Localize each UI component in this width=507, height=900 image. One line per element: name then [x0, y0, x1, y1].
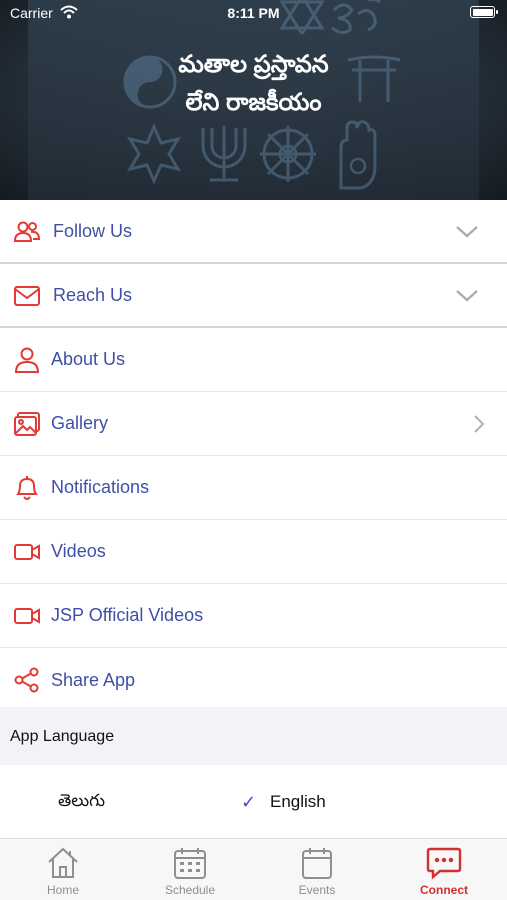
share-icon — [14, 667, 39, 693]
menu-item-about-us[interactable]: About Us — [0, 328, 507, 392]
status-bar: Carrier 8:11 PM — [0, 0, 507, 26]
chat-icon — [426, 847, 462, 880]
header-banner: Carrier 8:11 PM మతాల ప్రస్తావన లేని రాజక… — [0, 0, 507, 200]
menorah-icon — [201, 126, 247, 182]
menu-item-label: Gallery — [51, 413, 109, 433]
chevron-down-icon[interactable] — [455, 220, 479, 244]
clock-label: 8:11 PM — [227, 5, 280, 21]
menu-item-reach-us[interactable]: Reach Us — [0, 264, 507, 328]
language-option-english[interactable]: English — [270, 792, 326, 812]
menu-item-label: Videos — [51, 541, 106, 561]
banner-title-line2: లేని రాజకీయం — [185, 89, 322, 116]
chevron-down-icon[interactable] — [455, 284, 479, 308]
menu-item-notifications[interactable]: Notifications — [0, 456, 507, 520]
banner-title: మతాల ప్రస్తావన లేని రాజకీయం — [0, 46, 507, 122]
tab-label: Connect — [420, 883, 468, 897]
menu-item-follow-us[interactable]: Follow Us — [0, 200, 507, 264]
battery-icon — [470, 6, 498, 18]
gallery-icon — [14, 412, 40, 436]
tab-schedule[interactable]: Schedule — [127, 839, 253, 900]
star-icon — [126, 123, 182, 185]
tab-bar: Home Schedule Events Connect — [0, 838, 507, 900]
settings-menu: Follow Us Reach Us About Us Gallery Noti… — [0, 200, 507, 712]
menu-item-videos[interactable]: Videos — [0, 520, 507, 584]
app-language-label: App Language — [10, 728, 115, 745]
tab-connect[interactable]: Connect — [381, 839, 507, 900]
tab-home[interactable]: Home — [0, 839, 126, 900]
menu-item-label: Follow Us — [53, 220, 133, 241]
banner-title-line1: మతాల ప్రస్తావన — [178, 51, 329, 78]
menu-item-label: Reach Us — [53, 284, 133, 305]
menu-item-label: JSP Official Videos — [51, 605, 204, 625]
menu-item-label: About Us — [51, 349, 126, 369]
chevron-right-icon[interactable] — [467, 412, 491, 436]
video-icon — [14, 608, 40, 624]
language-option-telugu[interactable]: తెలుగు — [58, 791, 105, 815]
home-icon — [48, 847, 78, 878]
tab-label: Events — [298, 883, 336, 897]
tab-label: Home — [46, 883, 79, 897]
events-icon — [302, 848, 332, 879]
tab-events[interactable]: Events — [254, 839, 380, 900]
mail-icon — [14, 286, 40, 306]
person-icon — [14, 347, 40, 373]
menu-item-share-app[interactable]: Share App — [0, 648, 507, 712]
menu-item-jsp-official-videos[interactable]: JSP Official Videos — [0, 584, 507, 648]
dharma-wheel-icon — [260, 126, 316, 182]
hand-icon — [339, 120, 377, 190]
menu-item-label: Share App — [51, 669, 136, 690]
language-selector: తెలుగు ✓ English — [0, 765, 507, 838]
calendar-icon — [174, 848, 206, 879]
menu-item-label: Notifications — [51, 477, 150, 497]
video-icon — [14, 544, 40, 560]
people-icon — [13, 221, 41, 242]
tab-label: Schedule — [164, 883, 216, 897]
app-language-header: App Language — [0, 707, 507, 765]
checkmark-icon: ✓ — [241, 792, 257, 812]
menu-item-gallery[interactable]: Gallery — [0, 392, 507, 456]
bell-icon — [16, 476, 38, 500]
